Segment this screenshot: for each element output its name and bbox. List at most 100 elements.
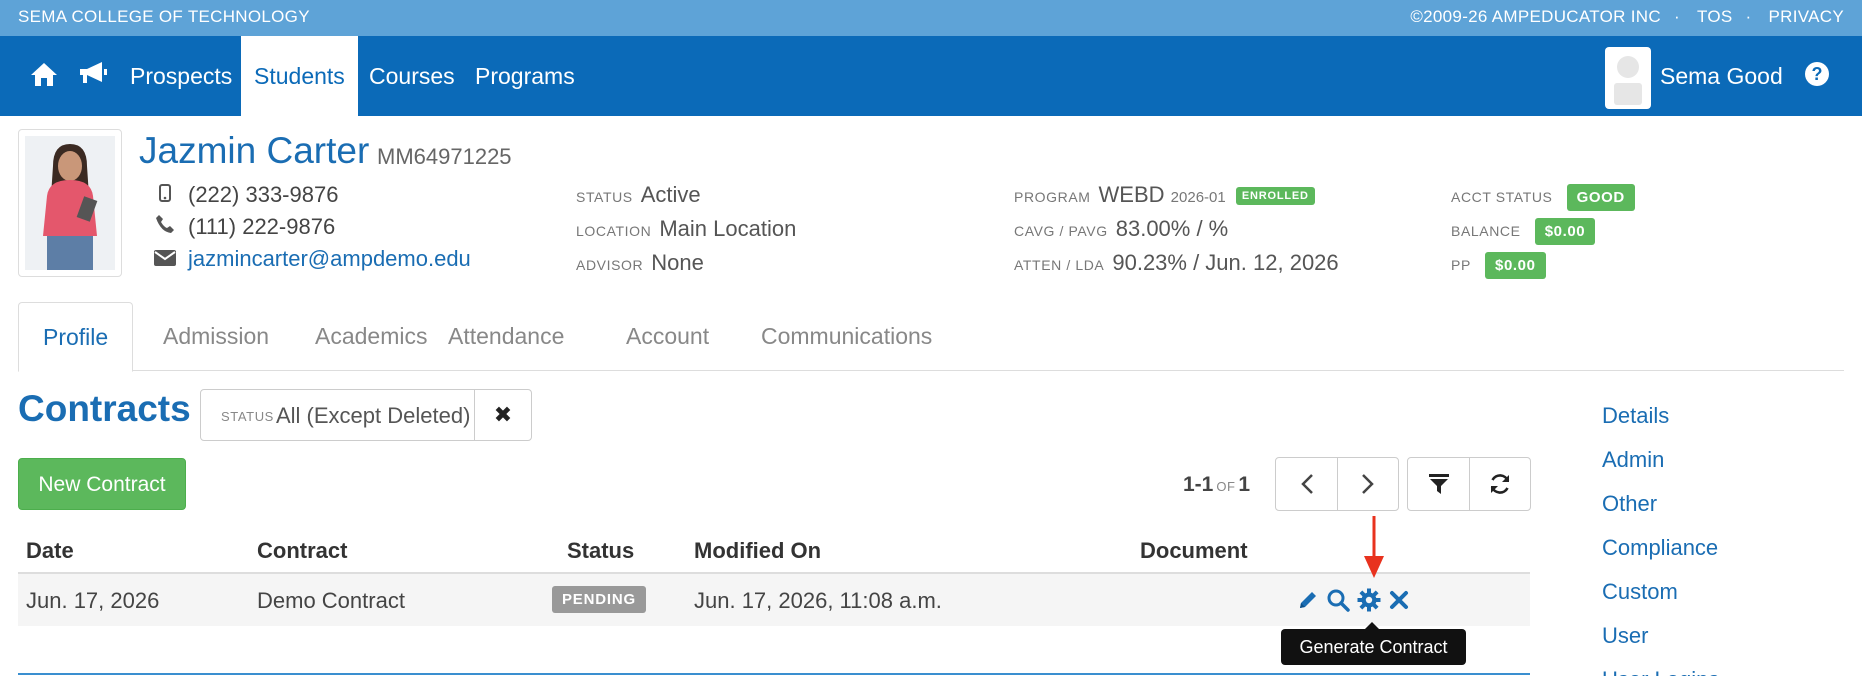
clear-filter-button[interactable]: ✖ bbox=[474, 390, 531, 440]
program-term: 2026-01 bbox=[1170, 189, 1226, 206]
col-date[interactable]: Date bbox=[26, 538, 74, 564]
col-modified[interactable]: Modified On bbox=[694, 538, 821, 564]
advisor-value: None bbox=[651, 250, 704, 275]
prev-page-button[interactable] bbox=[1276, 458, 1337, 510]
nav-prospects[interactable]: Prospects bbox=[117, 36, 245, 116]
user-name[interactable]: Sema Good bbox=[1660, 36, 1783, 116]
pager-of: OF bbox=[1216, 479, 1236, 494]
sidenav-admin[interactable]: Admin bbox=[1602, 447, 1664, 473]
email-link[interactable]: jazmincarter@ampdemo.edu bbox=[188, 246, 471, 271]
new-contract-button[interactable]: New Contract bbox=[18, 458, 186, 510]
tab-account[interactable]: Account bbox=[602, 302, 733, 371]
sidenav-other[interactable]: Other bbox=[1602, 491, 1657, 517]
privacy-link[interactable]: PRIVACY bbox=[1769, 7, 1844, 26]
student-name: Jazmin Carter bbox=[139, 130, 370, 171]
separator: · bbox=[1745, 7, 1752, 26]
cavg-value: 83.00% / % bbox=[1115, 216, 1229, 241]
gear-icon[interactable] bbox=[1357, 588, 1381, 612]
attendance-field: ATTEN / LDA 90.23% / Jun. 12, 2026 bbox=[1014, 250, 1339, 276]
location-value: Main Location bbox=[659, 216, 797, 241]
student-photo bbox=[18, 129, 122, 277]
status-label: STATUS bbox=[576, 189, 633, 205]
mobile-row: (222) 333-9876 bbox=[150, 182, 338, 208]
balance-label: BALANCE bbox=[1451, 223, 1521, 239]
tab-admission[interactable]: Admission bbox=[139, 302, 293, 371]
pager-summary: 1-1 OF 1 bbox=[1183, 473, 1250, 497]
refresh-icon bbox=[1490, 474, 1510, 494]
profile-tabs: Profile Admission Academics Attendance A… bbox=[18, 302, 1844, 372]
status-value: Active bbox=[640, 182, 701, 207]
cavg-field: CAVG / PAVG 83.00% / % bbox=[1014, 216, 1228, 242]
email-row: jazmincarter@ampdemo.edu bbox=[150, 246, 471, 272]
search-icon[interactable] bbox=[1326, 588, 1350, 612]
status-filter[interactable]: STATUS All (Except Deleted) ✖ bbox=[200, 389, 532, 441]
pp-field: PP $0.00 bbox=[1451, 250, 1546, 279]
location-field: LOCATION Main Location bbox=[576, 216, 796, 242]
sidenav-compliance[interactable]: Compliance bbox=[1602, 535, 1718, 561]
sidenav-user[interactable]: User bbox=[1602, 623, 1648, 649]
chevron-left-icon bbox=[1300, 474, 1313, 494]
top-links: ©2009-26 AMPEDUCATOR INC · TOS · PRIVACY bbox=[1402, 7, 1844, 27]
envelope-icon bbox=[150, 250, 180, 271]
status-field: STATUS Active bbox=[576, 182, 701, 208]
separator: · bbox=[1673, 7, 1680, 26]
status-badge: PENDING bbox=[552, 586, 646, 613]
refresh-button[interactable] bbox=[1469, 458, 1530, 510]
filter-button[interactable] bbox=[1408, 458, 1469, 510]
cavg-label: CAVG / PAVG bbox=[1014, 223, 1108, 239]
annotation-arrow bbox=[1364, 516, 1384, 578]
mobile-number: (222) 333-9876 bbox=[188, 182, 339, 207]
acct-status-label: ACCT STATUS bbox=[1451, 189, 1553, 205]
copyright: ©2009-26 AMPEDUCATOR INC bbox=[1410, 7, 1661, 26]
filter-icon bbox=[1428, 474, 1449, 494]
section-title: Contracts bbox=[18, 388, 191, 429]
status-filter-value[interactable]: All (Except Deleted) bbox=[276, 403, 470, 429]
col-contract[interactable]: Contract bbox=[257, 538, 347, 564]
pager-buttons bbox=[1275, 457, 1399, 511]
acct-status-badge: GOOD bbox=[1566, 184, 1635, 211]
program-value[interactable]: WEBD bbox=[1099, 182, 1165, 207]
col-document[interactable]: Document bbox=[1140, 538, 1248, 564]
row-contract: Demo Contract bbox=[257, 588, 405, 613]
row-modified: Jun. 17, 2026, 11:08 a.m. bbox=[694, 588, 942, 613]
program-field: PROGRAM WEBD 2026-01 ENROLLED bbox=[1014, 182, 1315, 208]
next-page-button[interactable] bbox=[1337, 458, 1398, 510]
enrolled-badge: ENROLLED bbox=[1235, 187, 1315, 205]
nav-courses[interactable]: Courses bbox=[356, 36, 468, 116]
acct-status-field: ACCT STATUS GOOD bbox=[1451, 182, 1635, 211]
advisor-field: ADVISOR None bbox=[576, 250, 704, 276]
sidenav-details[interactable]: Details bbox=[1602, 403, 1669, 429]
tab-attendance[interactable]: Attendance bbox=[424, 302, 588, 371]
top-strip: SEMA COLLEGE OF TECHNOLOGY ©2009-26 AMPE… bbox=[0, 0, 1862, 36]
balance-field: BALANCE $0.00 bbox=[1451, 216, 1596, 245]
megaphone-icon[interactable] bbox=[78, 61, 108, 90]
status-filter-label: STATUS bbox=[221, 409, 274, 424]
sidenav-user-logins[interactable]: User Logins bbox=[1602, 667, 1719, 676]
home-icon[interactable] bbox=[30, 61, 58, 92]
pp-label: PP bbox=[1451, 257, 1471, 273]
contracts-table-header: Date Contract Status Modified On Documen… bbox=[18, 530, 1530, 574]
phone-icon bbox=[150, 214, 180, 239]
pager-total: 1 bbox=[1238, 473, 1251, 496]
balance-badge: $0.00 bbox=[1534, 218, 1596, 245]
pager-range: 1-1 bbox=[1183, 473, 1214, 496]
tos-link[interactable]: TOS bbox=[1697, 7, 1733, 26]
school-name: SEMA COLLEGE OF TECHNOLOGY bbox=[18, 7, 310, 26]
table-row: Jun. 17, 2026 Demo Contract PENDING Jun.… bbox=[18, 574, 1530, 626]
main-navbar: Prospects Students Courses Programs Sema… bbox=[0, 36, 1862, 116]
col-status[interactable]: Status bbox=[567, 538, 634, 564]
nav-programs[interactable]: Programs bbox=[462, 36, 588, 116]
phone-row: (111) 222-9876 bbox=[150, 214, 335, 240]
tool-buttons bbox=[1407, 457, 1531, 511]
nav-students[interactable]: Students bbox=[241, 36, 358, 116]
sidenav-custom[interactable]: Custom bbox=[1602, 579, 1678, 605]
tab-communications[interactable]: Communications bbox=[737, 302, 956, 371]
tab-profile[interactable]: Profile bbox=[18, 302, 134, 372]
attendance-value: 90.23% / Jun. 12, 2026 bbox=[1112, 250, 1339, 275]
location-label: LOCATION bbox=[576, 223, 652, 239]
delete-icon[interactable] bbox=[1387, 588, 1411, 612]
user-avatar[interactable] bbox=[1605, 47, 1651, 109]
help-icon[interactable]: ? bbox=[1805, 62, 1829, 86]
phone-number: (111) 222-9876 bbox=[188, 214, 336, 239]
edit-icon[interactable] bbox=[1296, 588, 1320, 612]
